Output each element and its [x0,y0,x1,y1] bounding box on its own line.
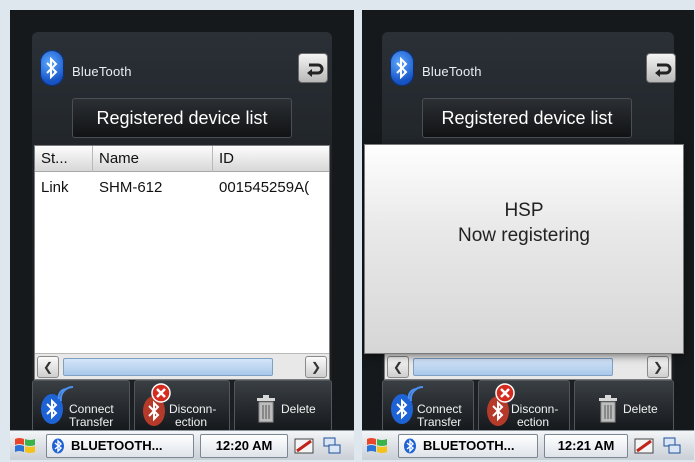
disconnection-label-1: Disconn- [169,402,217,416]
bluetooth-icon [40,50,64,86]
dialog-status: Now registering [458,225,590,246]
disconnection-label-2: ection [517,415,550,429]
bluetooth-icon [52,438,64,454]
delete-label: Delete [281,402,316,416]
sync-icon[interactable] [294,436,314,456]
scroll-left-icon[interactable]: ❮ [387,356,409,378]
windows-flag-icon[interactable] [366,436,388,456]
device-screen-right: BlueTooth Registered device list ❮ ❯ HSP… [362,10,694,460]
cell-status: Link [41,179,69,196]
bluetooth-icon [390,50,414,86]
column-header-status[interactable]: St... [35,146,93,172]
app-header: BlueTooth [390,50,676,90]
connect-transfer-button[interactable]: Connect Transfer [32,380,130,432]
horizontal-scrollbar[interactable]: ❮ ❯ [35,353,329,379]
back-button[interactable] [298,53,328,83]
action-toolbar: Connect Transfer Disconn- ection Delete [382,380,674,432]
sync-icon[interactable] [634,436,654,456]
connect-label: Connect [417,402,462,416]
close-icon [151,383,171,403]
back-arrow-icon [307,63,324,77]
transfer-label: Transfer [417,415,462,429]
scroll-right-icon[interactable]: ❯ [305,356,327,378]
taskbar-app-button[interactable]: BLUETOOTH... [398,434,538,458]
trash-icon [599,395,617,423]
disconnection-label-2: ection [175,415,208,429]
app-title: BlueTooth [422,64,482,79]
cell-name: SHM-612 [99,179,163,196]
taskbar: BLUETOOTH... 12:20 AM [10,430,354,460]
app-header: BlueTooth [40,50,328,90]
network-icon[interactable] [322,436,342,456]
back-arrow-icon [655,63,672,77]
taskbar-app-label: BLUETOOTH... [71,438,163,453]
registered-device-list-button[interactable]: Registered device list [72,98,292,138]
connect-label: Connect [69,402,114,416]
device-list: St... Name ID Link SHM-612 001545259A( ❮… [34,145,330,380]
windows-flag-icon[interactable] [14,436,36,456]
disconnection-label-1: Disconn- [511,402,559,416]
delete-button[interactable]: Delete [574,380,674,432]
delete-label: Delete [623,402,658,416]
dialog-profile: HSP [504,200,544,221]
back-button[interactable] [646,53,676,83]
taskbar-app-button[interactable]: BLUETOOTH... [46,434,194,458]
list-header: St... Name ID [35,146,329,172]
column-header-id[interactable]: ID [213,146,331,172]
connect-transfer-button[interactable]: Connect Transfer [382,380,474,432]
scroll-thumb[interactable] [63,358,273,376]
network-icon[interactable] [662,436,682,456]
taskbar-clock[interactable]: 12:20 AM [200,434,288,458]
scroll-right-icon[interactable]: ❯ [647,356,669,378]
signal-waves-icon [57,385,74,402]
transfer-label: Transfer [69,415,114,429]
taskbar-clock[interactable]: 12:21 AM [544,434,628,458]
scroll-left-icon[interactable]: ❮ [37,356,59,378]
cell-id: 001545259A( [219,179,310,196]
table-row[interactable]: Link SHM-612 001545259A( [35,176,329,200]
app-title: BlueTooth [72,64,132,79]
horizontal-scrollbar[interactable]: ❮ ❯ [385,353,671,379]
taskbar-app-label: BLUETOOTH... [423,438,515,453]
disconnection-button[interactable]: Disconn- ection [478,380,570,432]
close-icon [495,383,515,403]
column-header-name[interactable]: Name [93,146,213,172]
bluetooth-icon [404,438,416,454]
registering-dialog: HSP Now registering [364,144,684,354]
scroll-thumb[interactable] [413,358,613,376]
device-screen-left: BlueTooth Registered device list St... N… [10,10,354,460]
signal-waves-icon [407,385,424,402]
delete-button[interactable]: Delete [234,380,332,432]
registered-device-list-button[interactable]: Registered device list [422,98,632,138]
action-toolbar: Connect Transfer Disconn- ection Delete [32,380,332,432]
taskbar: BLUETOOTH... 12:21 AM [362,430,694,460]
disconnection-button[interactable]: Disconn- ection [134,380,230,432]
trash-icon [257,395,275,423]
